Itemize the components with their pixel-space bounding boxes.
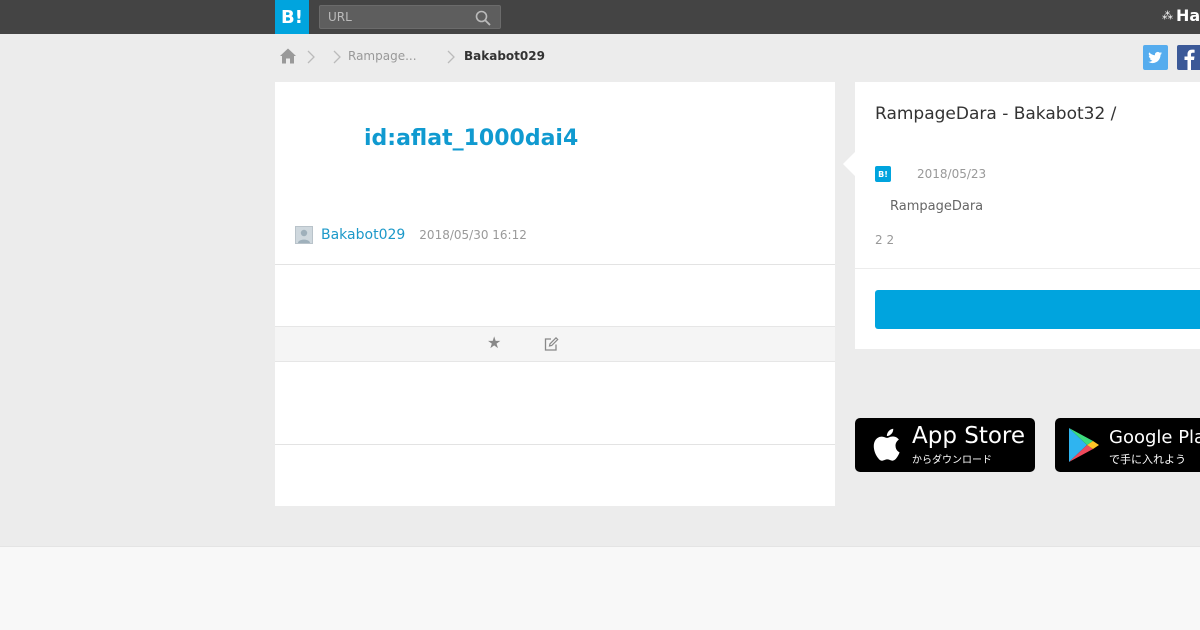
entry-summary-title[interactable]: RampageDara - Bakabot32 / — [875, 102, 1175, 127]
star-icon[interactable]: ★ — [487, 333, 501, 352]
breadcrumb-item-category[interactable]: Rampage... — [348, 49, 417, 63]
bookmark-action-button[interactable] — [875, 290, 1200, 329]
twitter-share-button[interactable] — [1143, 45, 1168, 70]
home-icon[interactable] — [279, 47, 297, 65]
page-footer — [0, 546, 1200, 630]
search-box — [319, 5, 501, 29]
app-store-badge[interactable]: App Store からダウンロード — [855, 418, 1035, 472]
avatar[interactable] — [295, 226, 313, 244]
entry-title-link[interactable]: id:aflat_1000dai4 — [364, 126, 578, 151]
app-store-label: App Store — [912, 423, 1026, 449]
hatena-mark-icon: ⁂ — [1162, 9, 1173, 22]
breadcrumb-item-current: Bakabot029 — [464, 49, 545, 63]
search-input[interactable] — [320, 6, 470, 28]
apple-icon — [873, 428, 900, 461]
search-icon[interactable] — [475, 10, 491, 26]
google-play-sublabel: で手に入れよう — [1109, 453, 1186, 466]
top-navigation-bar: B! ⁂ Ha — [0, 0, 1200, 34]
divider — [275, 264, 835, 265]
hatena-bookmark-logo[interactable]: B! — [275, 0, 309, 34]
divider — [855, 268, 1200, 269]
app-store-sublabel: からダウンロード — [912, 455, 992, 466]
entry-card: id:aflat_1000dai4 Bakabot029 2018/05/30 … — [275, 82, 835, 506]
facebook-share-button[interactable] — [1177, 45, 1200, 70]
card-pointer — [843, 152, 855, 176]
facebook-icon — [1184, 49, 1195, 70]
divider — [275, 444, 835, 445]
chevron-right-icon — [333, 50, 341, 64]
twitter-icon — [1148, 51, 1162, 64]
bookmark-badge-icon: B! — [875, 166, 891, 182]
bookmark-timestamp: 2018/05/30 16:12 — [419, 228, 527, 242]
bookmark-count: 2 2 — [875, 233, 895, 247]
action-bar: ★ — [275, 326, 835, 362]
google-play-badge[interactable]: Google Play で手に入れよう — [1055, 418, 1200, 472]
entry-user[interactable]: RampageDara — [890, 199, 983, 214]
bookmark-user-row: Bakabot029 2018/05/30 16:12 — [295, 225, 527, 245]
chevron-right-icon — [307, 50, 315, 64]
entry-summary-card: RampageDara - Bakabot32 / B! 2018/05/23 … — [855, 82, 1200, 349]
username-link[interactable]: Bakabot029 — [321, 227, 405, 243]
google-play-icon — [1069, 428, 1099, 462]
hatena-brand-link[interactable]: ⁂ Ha — [1162, 6, 1200, 25]
chevron-right-icon — [447, 50, 455, 64]
edit-comment-icon[interactable] — [543, 336, 559, 352]
user-silhouette-icon — [298, 229, 310, 243]
entry-date: 2018/05/23 — [917, 167, 987, 181]
hatena-brand-text: Ha — [1176, 6, 1200, 25]
google-play-label: Google Play — [1109, 427, 1200, 448]
